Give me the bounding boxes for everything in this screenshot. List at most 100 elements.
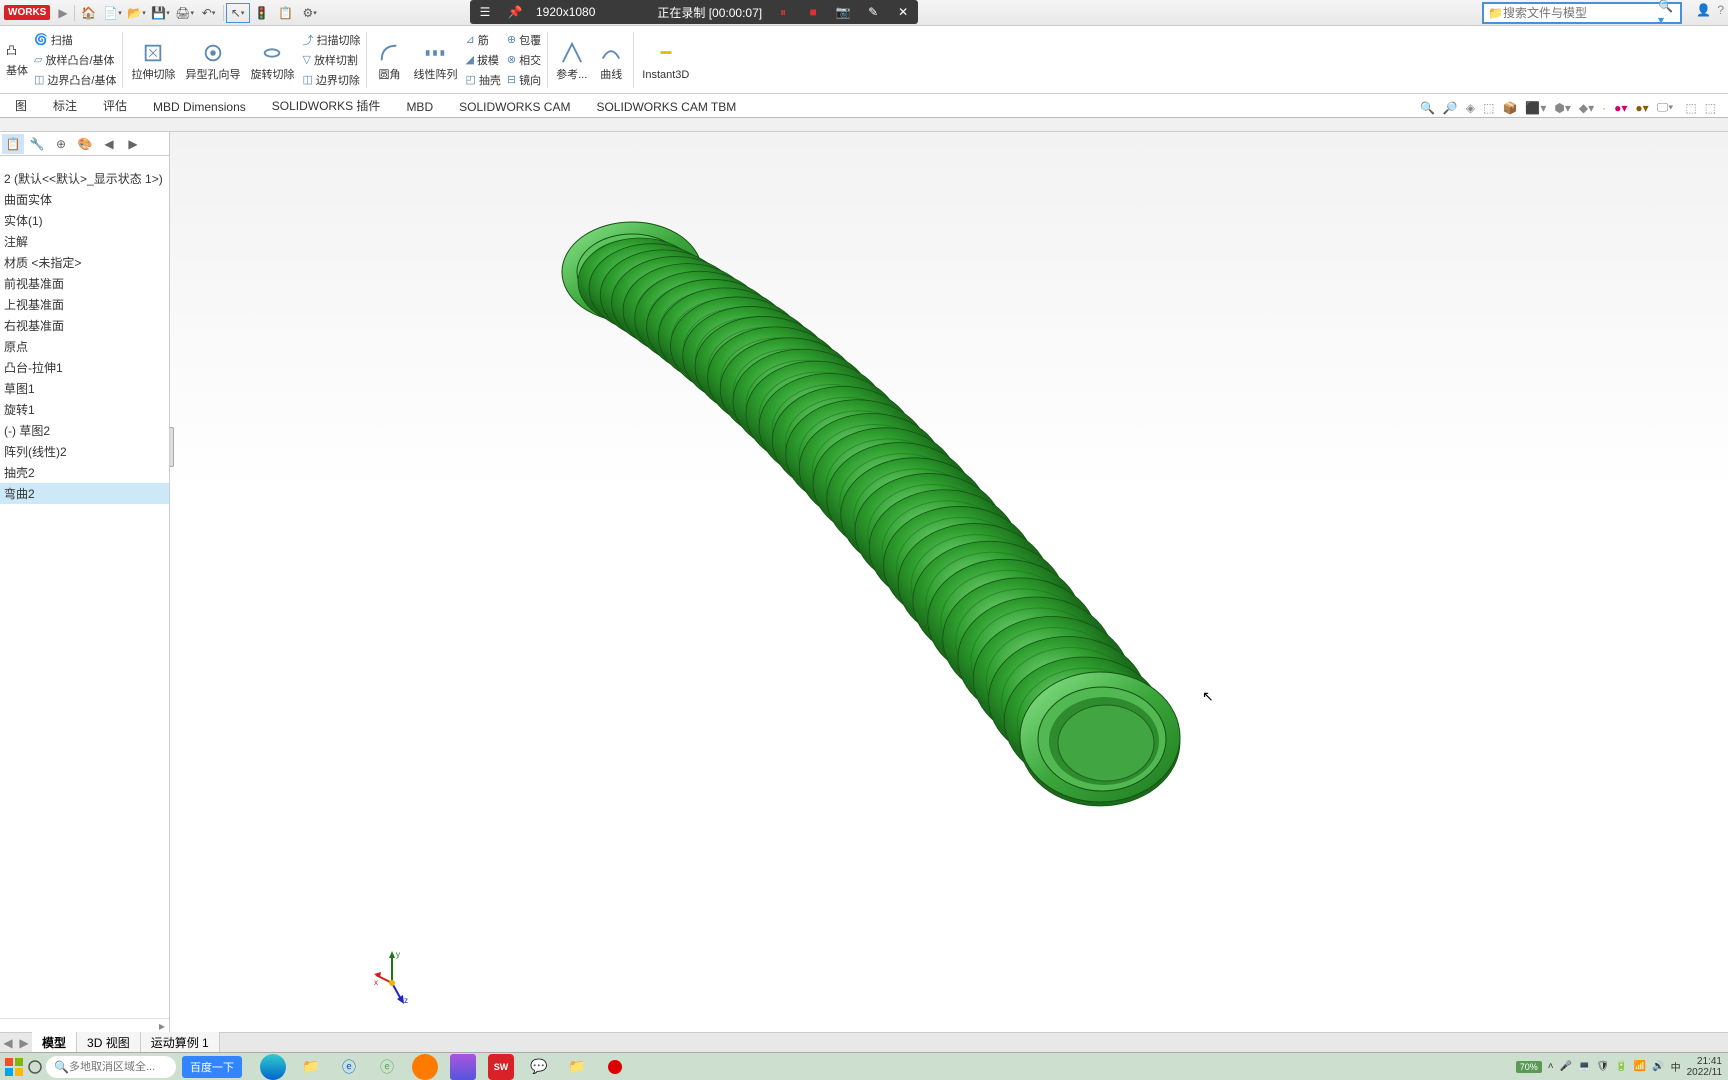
user-icon[interactable]: 👤 [1696,3,1711,17]
task-explorer2[interactable]: 📁 [564,1054,590,1080]
tree-shell2[interactable]: 抽壳2 [0,462,169,483]
extrude-cut-button[interactable]: 拉伸切除 [127,29,179,91]
panel-tab-property[interactable]: 🔧 [26,134,48,154]
task-browser2[interactable]: ⓔ [374,1054,400,1080]
tray-net-icon[interactable]: 💻 [1578,1061,1590,1072]
boundary-body-feature[interactable]: ◫边界凸台/基体 [32,70,118,90]
graphics-viewport[interactable]: ↖ y x z [170,132,1728,1032]
task-app1[interactable] [412,1054,438,1080]
sweep-cut-button[interactable]: ⤴扫描切除 [300,30,362,50]
shell-button[interactable]: ◰抽壳 [463,70,502,90]
view-tool-8[interactable]: ◆▾ [1577,99,1596,117]
windows-search-input[interactable] [69,1061,159,1073]
tab-solidworks-cam-tbm[interactable]: SOLIDWORKS CAM TBM [583,96,749,117]
tab-mbd-dimensions[interactable]: MBD Dimensions [140,96,259,117]
close-recording-icon[interactable]: ✕ [894,3,912,21]
search-input[interactable] [1503,6,1658,20]
tab-solidworks-addin[interactable]: SOLIDWORKS 插件 [259,93,394,117]
view-tool-5[interactable]: 📦 [1500,99,1519,117]
feature-tree[interactable]: 2 (默认<<默认>_显示状态 1>) 曲面实体 实体(1) 注解 材质 <未指… [0,156,169,1018]
new-button[interactable]: 📄▾ [101,3,125,23]
tree-origin[interactable]: 原点 [0,336,169,357]
play-icon[interactable]: ▶ [58,6,67,20]
view-tool-appearance[interactable]: ●▾ [1612,99,1629,117]
open-button[interactable]: 📂▾ [125,3,149,23]
view-tool-3[interactable]: ◈ [1464,99,1477,117]
task-solidworks[interactable]: SW [488,1054,514,1080]
tab-mbd[interactable]: MBD [393,96,446,117]
baidu-button[interactable]: 百度一下 [182,1056,242,1078]
feature-body2[interactable]: 基体 [4,60,30,80]
start-button[interactable] [5,1058,23,1076]
tray-wifi-icon[interactable]: 📶 [1634,1061,1646,1072]
windows-search[interactable]: 🔍 [46,1056,176,1078]
tray-up-icon[interactable]: ˄ [1548,1061,1554,1072]
panel-tab-config[interactable]: ⊕ [50,134,72,154]
pin-icon[interactable]: 📌 [506,3,524,21]
tree-top-plane[interactable]: 上视基准面 [0,294,169,315]
tree-front-plane[interactable]: 前视基准面 [0,273,169,294]
orientation-triad[interactable]: y x z [374,949,414,1008]
reference-button[interactable]: 参考... [552,29,591,91]
home-button[interactable]: 🏠 [77,3,101,23]
menu-icon[interactable]: ☰ [476,3,494,21]
tray-shield-icon[interactable]: 🛡 [1597,1061,1610,1072]
undo-button[interactable]: ↶▾ [197,3,221,23]
view-tool-display[interactable]: 🖵▾ [1655,98,1676,117]
task-explorer[interactable]: 📁 [298,1054,324,1080]
tab-drawing[interactable]: 图 [2,93,40,117]
wrap-button[interactable]: ⊕包覆 [505,30,543,50]
boundary-cut-button[interactable]: ◫边界切除 [300,70,362,90]
tab-evaluate[interactable]: 评估 [90,93,140,117]
settings-button[interactable]: ⚙▾ [298,3,322,23]
tray-zoom[interactable]: 70% [1516,1061,1542,1073]
tree-material[interactable]: 材质 <未指定> [0,252,169,273]
search-box[interactable]: 📁 🔍▾ [1482,2,1682,24]
search-icon[interactable]: 🔍▾ [1658,0,1676,27]
edit-icon[interactable]: ✎ [864,3,882,21]
tree-surface-bodies[interactable]: 曲面实体 [0,189,169,210]
help-icon[interactable]: ? [1717,3,1724,17]
task-wechat[interactable]: 💬 [526,1054,552,1080]
panel-tab-more[interactable]: ◀ [98,134,120,154]
snapshot-icon[interactable]: 📷 [834,3,852,21]
circle-icon[interactable] [28,1060,42,1074]
loft-body-feature[interactable]: ▱放样凸台/基体 [32,50,118,70]
bottom-tab-motion-study[interactable]: 运动算例 1 [141,1032,220,1053]
tree-flex2[interactable]: 弯曲2 [0,483,169,504]
view-tool-9[interactable]: · [1600,99,1608,117]
feature-body[interactable]: 凸 [4,40,30,60]
view-tool-scene[interactable]: ●▾ [1633,99,1650,117]
tree-sketch2[interactable]: (-) 草图2 [0,420,169,441]
linear-pattern-button[interactable]: 线性阵列 [409,29,461,91]
draft-button[interactable]: ◢拔模 [463,50,502,70]
tab-annotate[interactable]: 标注 [40,93,90,117]
select-button[interactable]: ↖▾ [226,3,250,23]
print-button[interactable]: 🖨▾ [173,3,197,23]
bottom-tab-model[interactable]: 模型 [32,1032,77,1053]
view-tool-1[interactable]: 🔍 [1418,99,1437,117]
bottom-tab-3d-view[interactable]: 3D 视图 [77,1032,141,1053]
curves-button[interactable]: 曲线 [593,29,629,91]
tree-right-plane[interactable]: 右视基准面 [0,315,169,336]
tray-mic-icon[interactable]: 🎤 [1560,1061,1572,1072]
pause-icon[interactable]: ⏸ [774,3,792,21]
vp-expand2[interactable]: ⬚ [1703,99,1718,117]
view-tool-2[interactable]: 🔎 [1441,99,1460,117]
revolve-cut-button[interactable]: 旋转切除 [246,29,298,91]
tray-battery-icon[interactable]: 🔋 [1615,1061,1627,1072]
tree-revolve1[interactable]: 旋转1 [0,399,169,420]
tree-root[interactable]: 2 (默认<<默认>_显示状态 1>) [0,168,169,189]
save-button[interactable]: 💾▾ [149,3,173,23]
panel-tab-next[interactable]: ▶ [122,134,144,154]
mirror-button[interactable]: ⊟镜向 [505,70,543,90]
tray-ime[interactable]: 中 [1671,1059,1681,1074]
tree-pattern2[interactable]: 阵列(线性)2 [0,441,169,462]
rib-button[interactable]: ⊿筋 [463,30,502,50]
tree-sketch1[interactable]: 草图1 [0,378,169,399]
task-edge[interactable] [260,1054,286,1080]
scan-feature[interactable]: 🌀扫描 [32,30,118,50]
options-button[interactable]: 📋 [274,3,298,23]
task-app2[interactable] [450,1054,476,1080]
instant3d-button[interactable]: Instant3D [638,29,693,91]
